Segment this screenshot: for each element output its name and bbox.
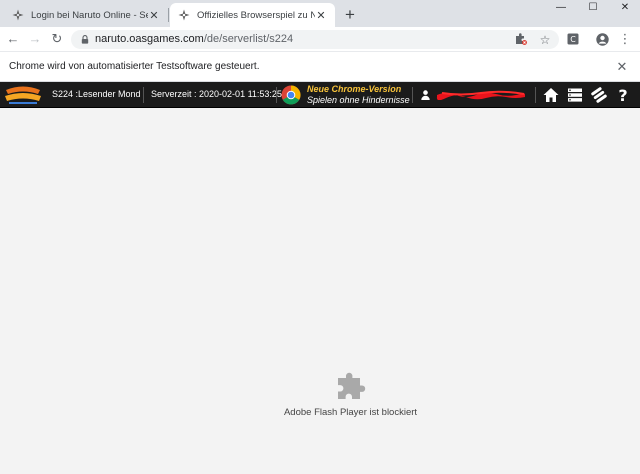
plugin-blocked-icon[interactable] xyxy=(514,33,528,47)
divider xyxy=(143,87,144,103)
plus-icon[interactable]: + xyxy=(342,5,358,25)
lock-icon xyxy=(81,35,89,44)
divider xyxy=(535,87,536,103)
flash-blocked-message: Adobe Flash Player ist blockiert xyxy=(283,407,418,418)
coins-recharge-icon[interactable] xyxy=(590,86,608,104)
server-time: Serverzeit : 2020-02-01 11:53:25 xyxy=(151,89,282,99)
browser-toolbar: ← → ↻ naruto.oasgames.com/de/serverlist/… xyxy=(0,27,640,51)
game-header-bar: S224 :Lesender Mond Serverzeit : 2020-02… xyxy=(0,82,640,108)
url-path: /de/serverlist/s224 xyxy=(203,33,294,45)
url-text: naruto.oasgames.com/de/serverlist/s224 xyxy=(95,33,293,45)
url-domain: naruto.oasgames.com xyxy=(95,33,204,45)
puzzle-piece-icon[interactable] xyxy=(335,369,367,401)
divider xyxy=(276,87,277,103)
infobar-message: Chrome wird von automatisierter Testsoft… xyxy=(9,61,260,72)
help-question-icon[interactable]: ? xyxy=(614,86,632,104)
chrome-logo-icon[interactable] xyxy=(281,85,301,105)
tab-separator xyxy=(168,8,169,22)
tab-title: Offizielles Browserspiel zu Naruto xyxy=(197,9,315,21)
username-redacted xyxy=(436,90,526,100)
user-icon xyxy=(421,90,430,100)
tab-login[interactable]: Login bei Naruto Online - Server ✕ xyxy=(4,3,168,27)
tab-active-browserspiel[interactable]: Offizielles Browserspiel zu Naruto ✕ xyxy=(170,3,335,27)
server-list-icon[interactable] xyxy=(566,86,584,104)
svg-text:?: ? xyxy=(618,86,627,104)
naruto-favicon-icon xyxy=(12,9,24,21)
tab-strip: Login bei Naruto Online - Server ✕ Offiz… xyxy=(0,0,640,27)
infobar-close-icon[interactable]: ✕ xyxy=(615,59,629,75)
home-icon[interactable] xyxy=(542,86,560,104)
server-time-label: Serverzeit : xyxy=(151,89,197,99)
automation-infobar: Chrome wird von automatisierter Testsoft… xyxy=(0,51,640,82)
server-time-value: 2020-02-01 11:53:25 xyxy=(199,89,282,99)
close-icon[interactable]: ✕ xyxy=(610,0,640,15)
back-arrow-icon[interactable]: ← xyxy=(4,30,22,48)
forward-arrow-icon[interactable]: → xyxy=(26,30,44,48)
profile-avatar-icon[interactable] xyxy=(593,30,611,48)
maximize-icon[interactable]: ☐ xyxy=(578,0,608,15)
naruto-favicon-icon xyxy=(178,9,190,21)
reload-icon[interactable]: ↻ xyxy=(48,30,66,48)
svg-text:C: C xyxy=(570,35,576,44)
extension-icon[interactable]: C xyxy=(564,30,582,48)
game-content-area: Adobe Flash Player ist blockiert xyxy=(0,109,640,474)
star-bookmark-icon[interactable]: ☆ xyxy=(538,33,552,47)
naruto-logo-icon[interactable] xyxy=(3,84,43,106)
server-name: S224 :Lesender Mond xyxy=(52,89,141,99)
minimize-icon[interactable]: — xyxy=(546,0,576,15)
promo-subtitle[interactable]: Spielen ohne Hindernisse xyxy=(307,95,410,105)
tab-title: Login bei Naruto Online - Server xyxy=(31,9,148,21)
address-bar[interactable]: naruto.oasgames.com/de/serverlist/s224 ☆ xyxy=(71,30,559,49)
tab-close-icon[interactable]: ✕ xyxy=(315,9,327,22)
promo-title[interactable]: Neue Chrome-Version xyxy=(307,84,401,94)
divider xyxy=(412,87,413,103)
menu-kebab-icon[interactable]: ⋮ xyxy=(616,30,634,48)
tab-close-icon[interactable]: ✕ xyxy=(148,9,160,22)
